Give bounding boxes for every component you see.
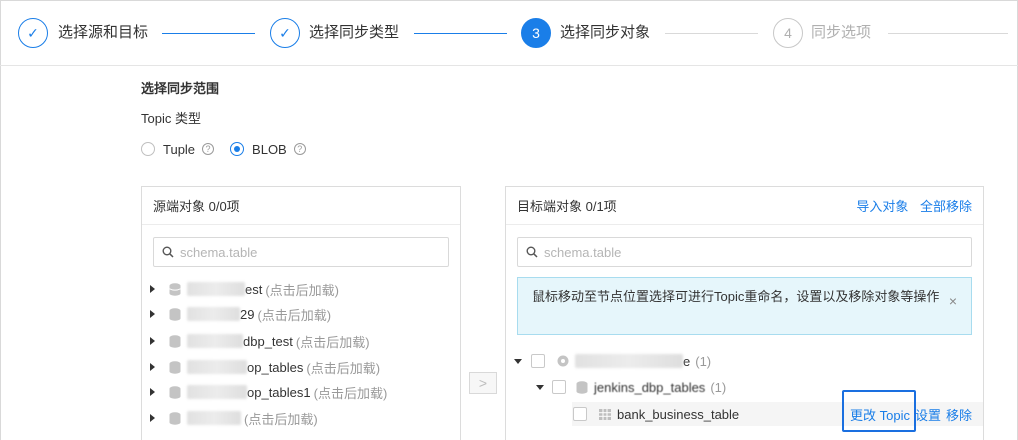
target-panel-actions: 导入对象 全部移除	[848, 196, 972, 215]
search-icon	[526, 246, 538, 258]
search-icon	[162, 246, 174, 258]
source-panel-title: 源端对象 0/0项	[153, 199, 240, 214]
source-tree-item[interactable]: (点击后加载)	[150, 406, 318, 430]
source-item-name: dbp_test	[243, 333, 293, 349]
database-icon	[576, 380, 588, 394]
table-checkbox[interactable]	[573, 407, 587, 421]
step-4-number: 4	[773, 18, 803, 48]
schema-name: jenkins_dbp_tables	[594, 379, 706, 395]
database-icon	[169, 385, 181, 399]
root-name: e	[683, 353, 691, 369]
load-hint: (点击后加载)	[306, 360, 381, 376]
table-name: bank_business_table	[617, 406, 740, 422]
source-item-name: est	[245, 281, 263, 297]
blob-radio[interactable]	[230, 142, 245, 156]
load-hint: (点击后加载)	[265, 282, 340, 298]
step-1-label: 选择源和目标	[58, 24, 149, 41]
root-checkbox[interactable]	[531, 354, 545, 368]
expand-caret-icon[interactable]	[150, 414, 155, 422]
redacted-name	[187, 360, 247, 374]
tuple-radio-label[interactable]: Tuple	[163, 142, 195, 157]
target-search-box[interactable]	[517, 237, 972, 267]
target-panel-title: 目标端对象 0/1项	[517, 199, 617, 214]
target-tree-root[interactable]: e (1)	[514, 349, 711, 373]
step-connector-4	[888, 33, 1008, 34]
redacted-name	[187, 307, 240, 321]
step-3-label: 选择同步对象	[560, 24, 651, 41]
step-3-number: 3	[521, 18, 551, 48]
schema-count: (1)	[710, 379, 727, 395]
source-item-name: op_tables1	[247, 384, 311, 400]
database-icon	[169, 307, 181, 321]
source-panel-header: 源端对象 0/0项	[142, 187, 460, 225]
close-icon[interactable]: ×	[949, 291, 957, 312]
root-count: (1)	[695, 353, 712, 369]
settings-link[interactable]: 设置	[915, 405, 941, 424]
load-hint: (点击后加载)	[244, 411, 318, 427]
source-tree-item[interactable]: dbp_test (点击后加载)	[150, 329, 370, 353]
info-alert-text: 鼠标移动至节点位置选择可进行Topic重命名，设置以及移除对象等操作	[532, 289, 940, 304]
tuple-help-icon[interactable]: ?	[202, 143, 215, 155]
load-hint: (点击后加载)	[295, 334, 370, 350]
tuple-radio[interactable]	[141, 142, 155, 156]
step-connector-1	[162, 33, 255, 34]
step-1-check-icon: ✓	[18, 18, 48, 48]
sync-scope-title: 选择同步范围	[141, 81, 220, 96]
collapse-caret-icon[interactable]	[514, 358, 522, 364]
topic-icon	[557, 355, 569, 367]
redacted-name	[187, 282, 245, 296]
source-tree-item[interactable]: op_tables1 (点击后加载)	[150, 380, 387, 404]
redacted-name	[187, 334, 243, 348]
schema-checkbox[interactable]	[552, 380, 566, 394]
source-item-name: op_tables	[247, 359, 304, 375]
blob-help-icon[interactable]: ?	[293, 143, 306, 155]
remove-all-link[interactable]: 全部移除	[920, 199, 972, 214]
expand-caret-icon[interactable]	[150, 388, 155, 396]
remove-link[interactable]: 移除	[946, 405, 972, 424]
blob-radio-label[interactable]: BLOB	[252, 142, 287, 157]
import-objects-link[interactable]: 导入对象	[856, 199, 908, 214]
database-icon	[169, 411, 181, 425]
expand-caret-icon[interactable]	[150, 285, 155, 293]
step-2-label: 选择同步类型	[309, 24, 400, 41]
source-tree-item[interactable]: est (点击后加载)	[150, 277, 339, 301]
change-topic-highlight-box	[842, 390, 916, 432]
step-4-label: 同步选项	[811, 24, 872, 41]
expand-caret-icon[interactable]	[150, 310, 155, 318]
step-2-check-icon: ✓	[270, 18, 300, 48]
load-hint: (点击后加载)	[313, 385, 388, 401]
source-search-box[interactable]	[153, 237, 449, 267]
expand-caret-icon[interactable]	[150, 337, 155, 345]
database-icon	[169, 282, 181, 296]
redacted-name	[187, 385, 247, 399]
redacted-name	[575, 354, 683, 368]
table-icon	[599, 408, 611, 420]
source-objects-panel: 源端对象 0/0项 est (点击后加载) 29 (点击后加载) dbp_tes…	[141, 186, 461, 440]
load-hint: (点击后加载)	[257, 307, 332, 323]
redacted-name	[187, 411, 241, 425]
source-tree-item[interactable]: 29 (点击后加载)	[150, 302, 331, 326]
database-icon	[169, 334, 181, 348]
step-indicator: ✓ 选择源和目标 ✓ 选择同步类型 3 选择同步对象 4 同步选项	[0, 0, 1018, 66]
expand-caret-icon[interactable]	[150, 363, 155, 371]
topic-type-label: Topic 类型	[141, 111, 201, 126]
target-tree-schema[interactable]: jenkins_dbp_tables (1)	[536, 375, 726, 399]
source-search-input[interactable]	[180, 244, 431, 260]
collapse-caret-icon[interactable]	[536, 384, 544, 390]
topic-type-radio-group: Tuple ? BLOB ?	[141, 139, 306, 159]
database-icon	[169, 360, 181, 374]
source-item-name: 29	[240, 306, 255, 322]
move-right-button[interactable]: >	[469, 372, 497, 394]
target-search-input[interactable]	[544, 244, 938, 260]
step-connector-2	[414, 33, 507, 34]
source-tree-item[interactable]: op_tables (点击后加载)	[150, 355, 380, 379]
target-panel-header: 目标端对象 0/1项 导入对象 全部移除	[506, 187, 983, 225]
info-alert: 鼠标移动至节点位置选择可进行Topic重命名，设置以及移除对象等操作 ×	[517, 277, 972, 335]
step-connector-3	[665, 33, 758, 34]
